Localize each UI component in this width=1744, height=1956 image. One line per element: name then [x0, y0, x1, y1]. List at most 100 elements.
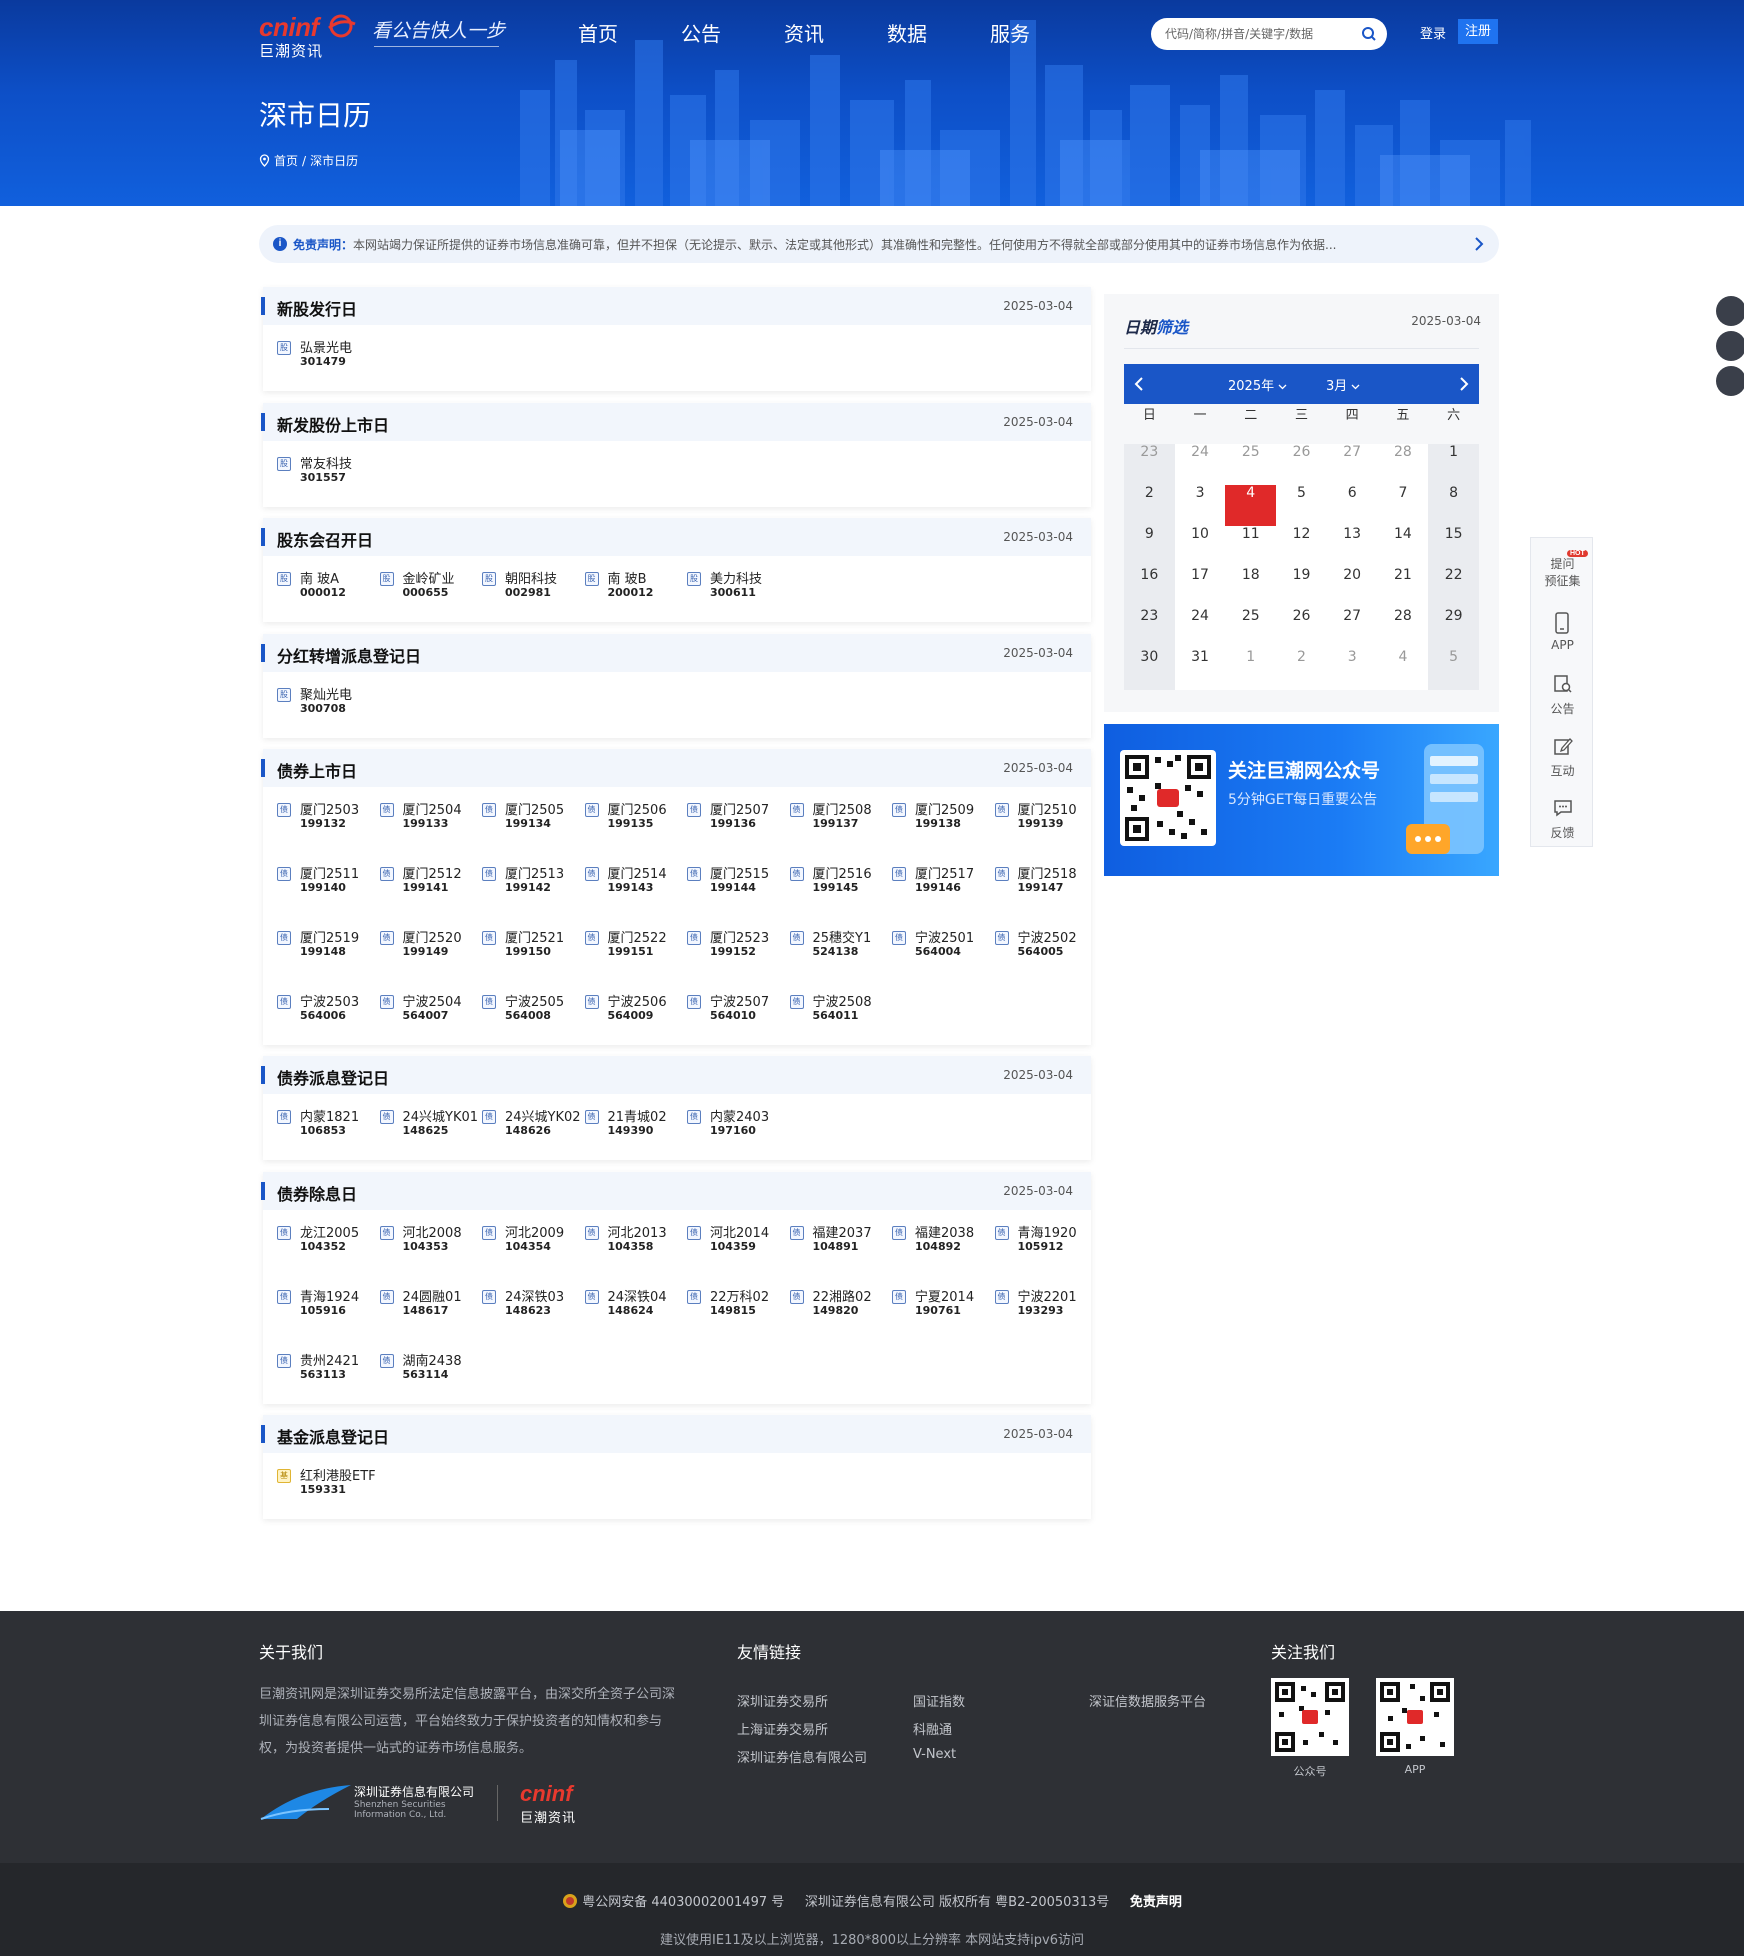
security-item[interactable]: 股聚灿光电 300708 — [263, 682, 363, 722]
security-item[interactable]: 债宁波2506 564009 — [571, 989, 671, 1029]
float-question-collection[interactable]: HOT 提问 预征集 — [1531, 538, 1594, 600]
security-item[interactable]: 债 24兴城YK02 148626 — [468, 1104, 581, 1144]
register-button[interactable]: 注册 — [1458, 19, 1498, 44]
chevron-right-icon[interactable] — [1471, 236, 1487, 252]
link-cnindex[interactable]: 国证指数 — [913, 1691, 965, 1710]
security-item[interactable]: 债青海1920 105912 — [981, 1220, 1081, 1260]
calendar-day[interactable]: 20 — [1326, 567, 1378, 608]
security-item[interactable]: 债宁夏2014 190761 — [878, 1284, 978, 1324]
security-item[interactable]: 债贵州2421 563113 — [263, 1348, 363, 1388]
security-item[interactable]: 债 22万科02 149815 — [673, 1284, 773, 1324]
security-item[interactable]: 债厦门2514 199143 — [571, 861, 671, 901]
search-icon[interactable] — [1361, 26, 1377, 42]
security-item[interactable]: 债河北2013 104358 — [571, 1220, 671, 1260]
side-ai-icon[interactable] — [1716, 331, 1744, 361]
chevron-left-icon[interactable] — [1130, 374, 1150, 394]
security-item[interactable]: 债厦门2511 199140 — [263, 861, 363, 901]
security-item[interactable]: 债宁波2501 564004 — [878, 925, 978, 965]
calendar-day[interactable]: 9 — [1124, 526, 1175, 567]
security-item[interactable]: 债厦门2504 199133 — [366, 797, 466, 837]
security-item[interactable]: 债宁波2502 564005 — [981, 925, 1081, 965]
security-item[interactable]: 债宁波2508 564011 — [776, 989, 876, 1029]
side-document-icon[interactable] — [1716, 296, 1744, 326]
calendar-day[interactable]: 12 — [1276, 526, 1327, 567]
calendar-day[interactable]: 13 — [1326, 526, 1378, 567]
calendar-day[interactable]: 17 — [1174, 567, 1226, 608]
calendar-day[interactable]: 1 — [1225, 649, 1277, 690]
search-input[interactable] — [1165, 18, 1345, 50]
chevron-right-icon[interactable] — [1453, 374, 1473, 394]
security-item[interactable]: 股常友科技 301557 — [263, 451, 363, 491]
calendar-day[interactable]: 7 — [1377, 485, 1429, 526]
security-item[interactable]: 股朝阳科技 002981 — [468, 566, 568, 606]
security-item[interactable]: 债厦门2509 199138 — [878, 797, 978, 837]
security-item[interactable]: 债厦门2522 199151 — [571, 925, 671, 965]
wechat-follow-banner[interactable]: 关注巨潮网公众号 5分钟GET每日重要公告 — [1104, 724, 1499, 876]
security-item[interactable]: 债宁波2503 564006 — [263, 989, 363, 1029]
calendar-day[interactable]: 2 — [1276, 649, 1327, 690]
calendar-day[interactable]: 15 — [1428, 526, 1479, 567]
float-announcement[interactable]: 公告 — [1531, 662, 1594, 724]
security-item[interactable]: 债 24深铁03 148623 — [468, 1284, 568, 1324]
calendar-day[interactable]: 24 — [1174, 444, 1226, 485]
calendar-day[interactable]: 28 — [1377, 608, 1429, 649]
security-item[interactable]: 债河北2008 104353 — [366, 1220, 466, 1260]
security-item[interactable]: 债厦门2506 199135 — [571, 797, 671, 837]
calendar-day[interactable]: 27 — [1326, 608, 1378, 649]
link-szse[interactable]: 深圳证券交易所 — [737, 1691, 828, 1710]
nav-services[interactable]: 服务 — [990, 18, 1030, 47]
calendar-day[interactable]: 8 — [1428, 485, 1479, 526]
security-item[interactable]: 债宁波2201 193293 — [981, 1284, 1081, 1324]
calendar-day[interactable]: 19 — [1276, 567, 1327, 608]
calendar-day-selected[interactable]: 4 — [1225, 485, 1277, 526]
breadcrumb-home[interactable]: 首页 — [274, 152, 298, 169]
float-app[interactable]: APP — [1531, 600, 1594, 662]
login-link[interactable]: 登录 — [1420, 23, 1446, 42]
link-data-platform[interactable]: 深证信数据服务平台 — [1089, 1691, 1206, 1710]
calendar-day[interactable]: 22 — [1428, 567, 1479, 608]
security-item[interactable]: 债福建2038 104892 — [878, 1220, 978, 1260]
security-item[interactable]: 债 25穗交Y1 524138 — [776, 925, 876, 965]
security-item[interactable]: 债厦门2510 199139 — [981, 797, 1081, 837]
security-item[interactable]: 股南 玻A 000012 — [263, 566, 363, 606]
calendar-day[interactable]: 26 — [1276, 444, 1327, 485]
calendar-day[interactable]: 30 — [1124, 649, 1175, 690]
float-feedback[interactable]: 反馈 — [1531, 786, 1594, 848]
security-item[interactable]: 债宁波2505 564008 — [468, 989, 568, 1029]
calendar-day[interactable]: 18 — [1225, 567, 1277, 608]
security-item[interactable]: 债河北2014 104359 — [673, 1220, 773, 1260]
security-item[interactable]: 债厦门2513 199142 — [468, 861, 568, 901]
security-item[interactable]: 债内蒙1821 106853 — [263, 1104, 363, 1144]
nav-news[interactable]: 资讯 — [784, 18, 824, 47]
security-item[interactable]: 债湖南2438 563114 — [366, 1348, 466, 1388]
security-item[interactable]: 债厦门2512 199141 — [366, 861, 466, 901]
security-item[interactable]: 债 24兴城YK01 148625 — [366, 1104, 478, 1144]
security-item[interactable]: 股金岭矿业 000655 — [366, 566, 466, 606]
calendar-day[interactable]: 16 — [1124, 567, 1175, 608]
security-item[interactable]: 债 24深铁04 148624 — [571, 1284, 671, 1324]
security-item[interactable]: 债内蒙2403 197160 — [673, 1104, 773, 1144]
security-item[interactable]: 债龙江2005 104352 — [263, 1220, 363, 1260]
link-vnext[interactable]: V-Next — [913, 1747, 956, 1762]
security-item[interactable]: 债厦门2515 199144 — [673, 861, 773, 901]
calendar-day[interactable]: 5 — [1276, 485, 1327, 526]
link-kerongtong[interactable]: 科融通 — [913, 1719, 952, 1738]
calendar-day[interactable]: 29 — [1428, 608, 1479, 649]
security-item[interactable]: 债宁波2507 564010 — [673, 989, 773, 1029]
calendar-day[interactable]: 25 — [1225, 444, 1277, 485]
disclaimer-bar[interactable]: i 免责声明： 本网站竭力保证所提供的证券市场信息准确可靠，但并不担保（无论提示… — [259, 225, 1499, 263]
calendar-day[interactable]: 3 — [1174, 485, 1226, 526]
calendar-day[interactable]: 11 — [1225, 526, 1277, 567]
security-item[interactable]: 债福建2037 104891 — [776, 1220, 876, 1260]
side-translate-icon[interactable] — [1716, 366, 1744, 396]
cninf-logo[interactable]: cninf 巨潮资讯 — [259, 10, 356, 60]
security-item[interactable]: 债 24圆融01 148617 — [366, 1284, 466, 1324]
calendar-day[interactable]: 26 — [1276, 608, 1327, 649]
calendar-day[interactable]: 10 — [1174, 526, 1226, 567]
month-select[interactable]: 3月 — [1326, 375, 1360, 394]
security-item[interactable]: 债厦门2516 199145 — [776, 861, 876, 901]
calendar-day[interactable]: 21 — [1377, 567, 1429, 608]
link-szsi[interactable]: 深圳证券信息有限公司 — [737, 1747, 867, 1766]
calendar-day[interactable]: 6 — [1326, 485, 1378, 526]
security-item[interactable]: 债宁波2504 564007 — [366, 989, 466, 1029]
